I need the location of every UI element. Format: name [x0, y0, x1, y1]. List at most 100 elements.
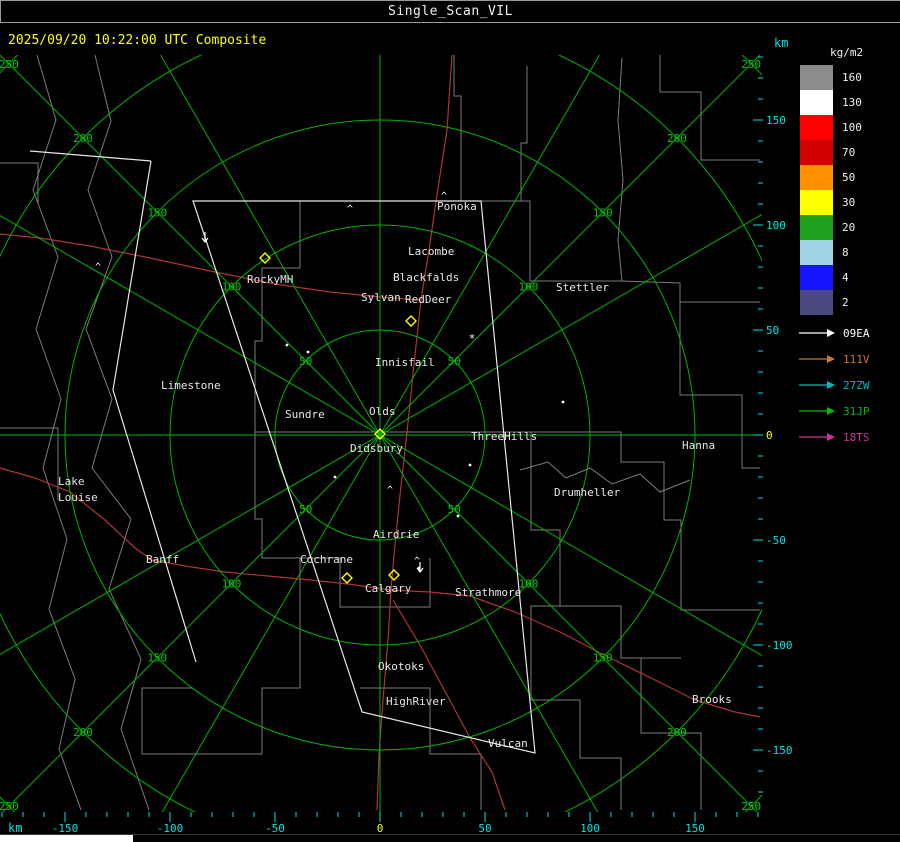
storm-centroid-dot	[561, 400, 565, 404]
city-label: Sundre	[285, 408, 325, 421]
city-label: RedDeer	[405, 293, 452, 306]
range-ring-label: 200	[73, 726, 93, 739]
y-axis-label: 150	[766, 114, 786, 127]
colorbar-swatch	[800, 290, 833, 315]
azimuth-line	[160, 55, 599, 812]
city-label: Airdrie	[373, 528, 419, 541]
storm-centroid-dot	[456, 514, 460, 518]
colorbar-level: 2	[800, 290, 900, 315]
range-ring-label: 50	[299, 503, 312, 516]
city-label: Lacombe	[408, 245, 454, 258]
asterisk-marker: *	[469, 332, 476, 345]
storm-centroid-dot	[306, 350, 310, 354]
range-ring-label: 100	[519, 577, 539, 590]
colorbar-level: 130	[800, 90, 900, 115]
range-ring-label: 250	[0, 58, 19, 71]
range-ring-label: 150	[147, 206, 167, 219]
city-label: HighRiver	[386, 695, 446, 708]
city-label: Didsbury	[350, 442, 403, 455]
colorbar-swatch	[800, 215, 833, 240]
track-legend-item: 31JP	[797, 398, 870, 424]
town-caret-marker: ^	[347, 204, 353, 215]
y-axis-label: 100	[766, 219, 786, 232]
track-legend-item: 18TS	[797, 424, 870, 450]
colorbar-level: 70	[800, 140, 900, 165]
colorbar-value: 160	[842, 71, 862, 84]
scan-timestamp: 2025/09/20 10:22:00 UTC Composite	[8, 33, 267, 48]
colorbar-level: 100	[800, 115, 900, 140]
y-axis-unit-label: km	[774, 36, 788, 50]
azimuth-line	[161, 55, 600, 812]
range-ring-label: 50	[299, 355, 312, 368]
azimuth-line	[0, 55, 758, 812]
y-axis-label: 0	[766, 429, 773, 442]
range-ring-label: 100	[222, 577, 242, 590]
city-label: Cochrane	[300, 553, 353, 566]
colorbar-level: 20	[800, 215, 900, 240]
city-label: Calgary	[365, 582, 412, 595]
town-caret-marker: ^	[95, 262, 101, 273]
track-arrow-icon	[799, 329, 835, 337]
colorbar-swatch	[800, 190, 833, 215]
range-ring-label: 250	[741, 58, 761, 71]
city-label: Drumheller	[554, 486, 621, 499]
storm-track-legend: 09EA 111V 27ZW 31JP 18TS	[797, 320, 870, 450]
azimuth-line	[2, 55, 761, 812]
storm-motion-arrow-icon	[201, 232, 209, 243]
y-axis-label: 50	[766, 324, 779, 337]
window-titlebar: Single_Scan_VIL	[0, 0, 900, 23]
track-arrow-icon	[799, 407, 835, 415]
colorbar-swatch	[800, 140, 833, 165]
x-axis-unit-label: km	[8, 821, 22, 835]
track-legend-item: 09EA	[797, 320, 870, 346]
colorbar-swatch	[800, 90, 833, 115]
color-scale-panel: kg/m2 160 130 100 70 50 30 20 8 4 2	[800, 46, 900, 315]
track-id-label: 111V	[843, 352, 870, 366]
radar-scan-sector	[29, 150, 536, 754]
town-caret-marker: ^	[441, 191, 447, 202]
radar-site-marker	[341, 572, 353, 584]
radar-site-marker	[405, 315, 417, 327]
track-id-label: 09EA	[843, 326, 870, 340]
colorbar-value: 30	[842, 196, 856, 209]
range-ring-label: 50	[448, 355, 461, 368]
city-label: Banff	[146, 553, 179, 566]
radar-map-display[interactable]: 50 5050 50100 100100 100150 150150 150200 20020…	[0, 0, 900, 841]
city-label: RockyMH	[247, 273, 293, 286]
storm-centroid-dot	[468, 463, 472, 467]
city-label: Olds	[369, 405, 396, 418]
track-id-label: 18TS	[843, 430, 870, 444]
track-legend-item: 111V	[797, 346, 870, 372]
range-ring-label: 200	[667, 132, 687, 145]
city-label: Sylvan	[361, 291, 401, 304]
colorbar-value: 2	[842, 296, 849, 309]
colorbar-level: 50	[800, 165, 900, 190]
range-ring-label: 250	[0, 800, 19, 813]
city-label: Louise	[58, 491, 98, 504]
city-label: Okotoks	[378, 660, 424, 673]
range-ring	[0, 55, 762, 812]
colorbar-value: 130	[842, 96, 862, 109]
city-label: Lake	[58, 475, 85, 488]
colorbar-level: 4	[800, 265, 900, 290]
city-label: Strathmore	[455, 586, 521, 599]
city-label: Hanna	[682, 439, 715, 452]
colorbar-level: 8	[800, 240, 900, 265]
colorbar-value: 4	[842, 271, 849, 284]
track-arrow-icon	[799, 355, 835, 363]
range-ring-label: 150	[147, 652, 167, 665]
colorbar-value: 20	[842, 221, 856, 234]
colorbar-swatch	[800, 115, 833, 140]
range-ring-label: 200	[667, 726, 687, 739]
city-label: Brooks	[692, 693, 732, 706]
city-label: Innisfail	[375, 356, 435, 369]
y-axis-label: -150	[766, 744, 793, 757]
storm-centroid-dot	[333, 475, 337, 479]
city-label: Vulcan	[488, 737, 528, 750]
colorbar-swatch	[800, 165, 833, 190]
track-arrow-icon	[799, 381, 835, 389]
range-ring-label: 150	[593, 652, 613, 665]
storm-centroid-dot	[285, 343, 289, 347]
range-ring-label: 50	[448, 503, 461, 516]
window-title: Single_Scan_VIL	[388, 4, 513, 19]
